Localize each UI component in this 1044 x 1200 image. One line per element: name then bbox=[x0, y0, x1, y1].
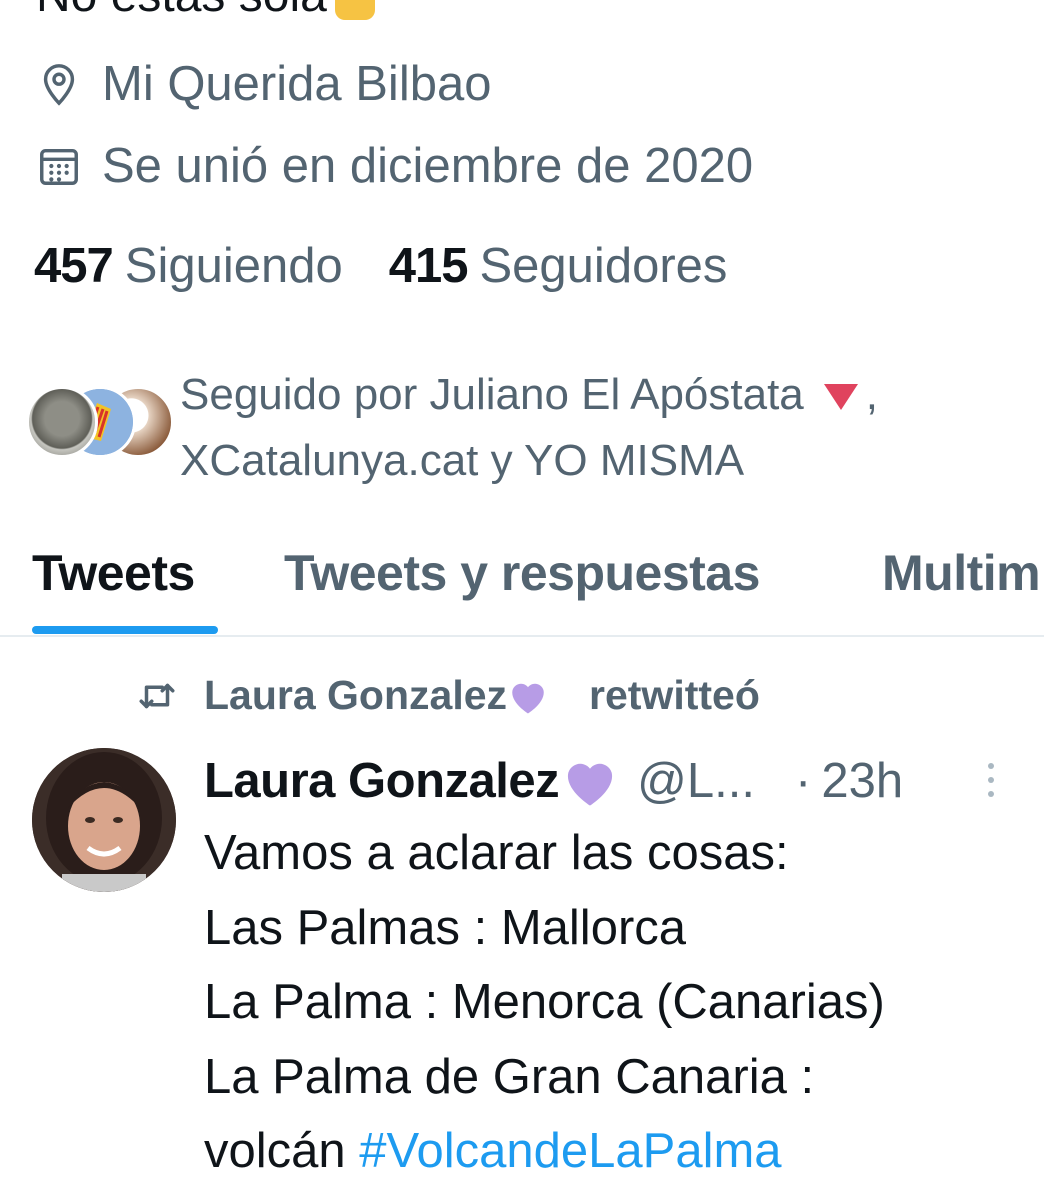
tab-tweets[interactable]: Tweets bbox=[32, 544, 195, 602]
following-link[interactable]: 457 Siguiendo bbox=[34, 238, 343, 294]
following-count: 457 bbox=[34, 239, 114, 293]
profile-joined: Se unió en diciembre de 2020 bbox=[36, 138, 753, 194]
location-pin-icon bbox=[43, 64, 75, 106]
red-triangle-icon bbox=[823, 384, 858, 411]
retweeter-name: Laura Gonzalez bbox=[204, 672, 508, 718]
author-avatar[interactable] bbox=[32, 748, 176, 892]
followers-count: 415 bbox=[388, 239, 469, 293]
follow-stats: 457 Siguiendo 415 Seguidores bbox=[34, 238, 727, 294]
avatar bbox=[26, 386, 98, 458]
retweeted-label: retwitteó bbox=[589, 672, 760, 718]
following-label: Siguiendo bbox=[124, 239, 343, 293]
joined-text: Se unió en diciembre de 2020 bbox=[102, 139, 754, 193]
profile-location: Mi Querida Bilbao bbox=[36, 56, 491, 112]
followed-by-text[interactable]: Seguido por Juliano El Apóstata, XCatalu… bbox=[180, 362, 980, 494]
tweet-time[interactable]: 23h bbox=[821, 753, 903, 809]
more-options-icon[interactable] bbox=[984, 760, 998, 800]
active-tab-indicator bbox=[32, 626, 218, 634]
followers-link[interactable]: 415 Seguidores bbox=[389, 238, 728, 294]
tweet-line: volcán bbox=[204, 1124, 346, 1178]
location-text: Mi Querida Bilbao bbox=[102, 57, 492, 111]
tweet-line: La Palma de Gran Canaria : bbox=[204, 1049, 815, 1104]
author-handle[interactable]: @L... bbox=[637, 753, 755, 809]
retweet-context[interactable]: Laura Gonzalez retwitteó bbox=[136, 672, 760, 719]
followed-by-line1: Seguido por Juliano El Apóstata bbox=[180, 370, 804, 419]
tweet-line: Vamos a aclarar las cosas: bbox=[204, 826, 789, 880]
purple-heart-icon bbox=[512, 683, 544, 713]
tweet-header: Laura Gonzalez @L... · 23h bbox=[204, 748, 903, 814]
purple-heart-icon bbox=[568, 763, 613, 806]
separator-dot: · bbox=[794, 754, 812, 808]
bio-text: No estás sola bbox=[36, 0, 327, 22]
followers-you-know-avatars[interactable] bbox=[24, 384, 174, 458]
followers-label: Seguidores bbox=[479, 239, 728, 293]
emoji-icon bbox=[334, 0, 375, 20]
tab-tweets-and-replies[interactable]: Tweets y respuestas bbox=[284, 544, 760, 602]
divider bbox=[0, 635, 1044, 637]
retweet-icon bbox=[139, 683, 175, 708]
followed-by-comma: , bbox=[865, 370, 879, 419]
profile-tabs: Tweets Tweets y respuestas Multim bbox=[0, 530, 1044, 636]
calendar-icon bbox=[40, 148, 78, 185]
followed-by-line2: XCatalunya.cat y YO MISMA bbox=[180, 436, 745, 485]
tweet-line: Las Palmas : Mallorca bbox=[204, 900, 687, 955]
tweet-text: Vamos a aclarar las cosas: Las Palmas : … bbox=[204, 816, 885, 1189]
author-name[interactable]: Laura Gonzalez bbox=[204, 753, 560, 809]
profile-bio: No estás sola bbox=[36, 0, 375, 23]
tab-media[interactable]: Multim bbox=[882, 544, 1041, 602]
hashtag-link[interactable]: #VolcandeLaPalma bbox=[359, 1124, 781, 1178]
tweet-line: La Palma : Menorca (Canarias) bbox=[204, 975, 885, 1029]
